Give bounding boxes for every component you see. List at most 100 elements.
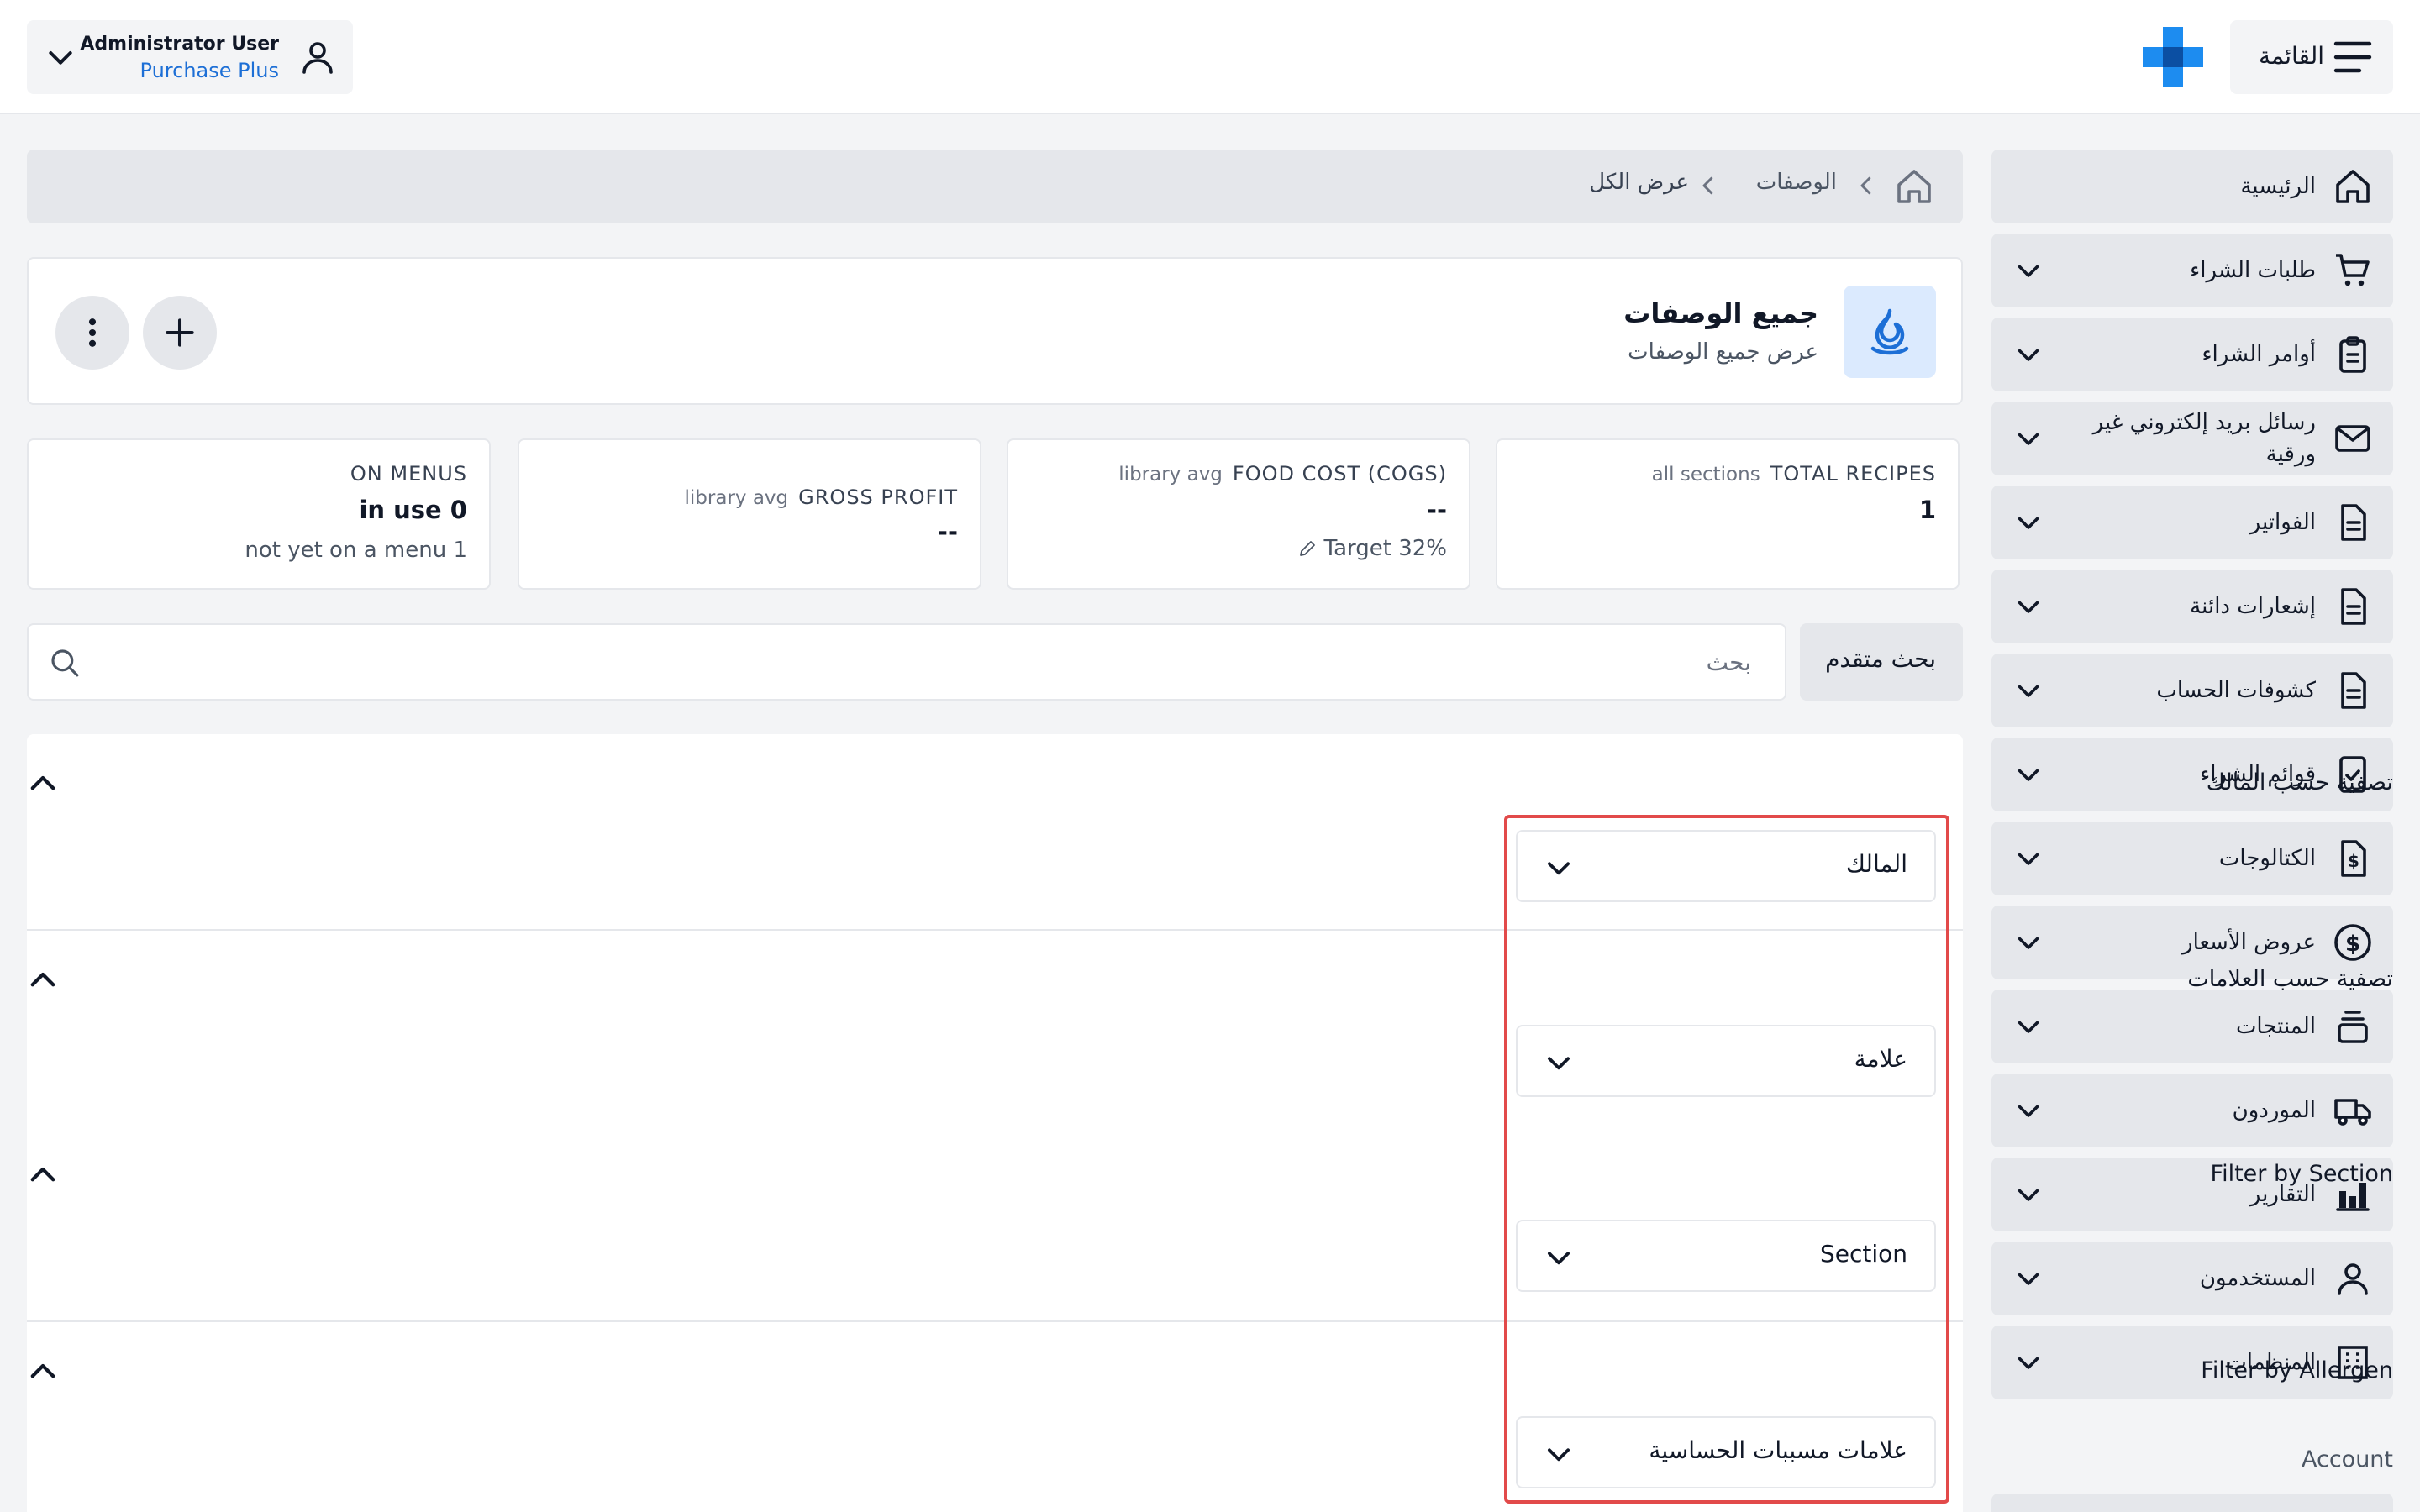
- menu-label: القائمة: [2259, 42, 2324, 70]
- filter-allergen-title: Filter by Allergen: [2201, 1357, 2393, 1383]
- user-icon: [302, 42, 333, 74]
- filter-section-title: Filter by Section: [2210, 1161, 2393, 1187]
- user-menu-button[interactable]: Administrator User Purchase Plus: [27, 20, 353, 94]
- stat-heading: GROSS PROFIT: [798, 486, 958, 509]
- sidebar-item-label: الموردون: [2232, 1098, 2316, 1123]
- box-icon: [2338, 1011, 2368, 1043]
- sidebar-item-products[interactable]: المنتجات: [1991, 990, 2393, 1063]
- brand-logo-icon[interactable]: [2141, 25, 2205, 89]
- breadcrumb-current: عرض الكل: [1589, 170, 1689, 195]
- chevron-down-icon: [2018, 349, 2039, 361]
- chevron-left-icon: [1860, 176, 1871, 195]
- chevron-up-icon[interactable]: [25, 1354, 60, 1389]
- stat-on-menus: ON MENUS in use 0 not yet on a menu 1: [27, 438, 491, 590]
- stat-target[interactable]: Target 32%: [1297, 536, 1448, 561]
- page-header-card: جميع الوصفات عرض جميع الوصفات: [27, 257, 1963, 405]
- clipboard-icon: [2339, 336, 2366, 373]
- stat-sub: library avg: [684, 487, 789, 509]
- sidebar-item-catalogs[interactable]: الكتالوجات $: [1991, 822, 2393, 895]
- chevron-up-icon[interactable]: [25, 766, 60, 801]
- chevron-down-icon: [2018, 853, 2039, 865]
- page-title: جميع الوصفات: [1623, 297, 1818, 329]
- sidebar-item-label: المستخدمون: [2199, 1266, 2316, 1291]
- stat-target-label: Target 32%: [1323, 536, 1448, 561]
- mail-icon: [2335, 425, 2370, 452]
- sidebar-item-requisitions[interactable]: طلبات الشراء: [1991, 234, 2393, 307]
- sidebar-item-label: كشوفات الحساب: [2156, 678, 2316, 703]
- chevron-down-icon: [2018, 1105, 2039, 1117]
- hamburger-icon: [2333, 41, 2372, 73]
- cart-icon: [2336, 254, 2370, 286]
- svg-text:$: $: [2348, 851, 2360, 871]
- filter-highlight-box: [1504, 815, 1949, 1504]
- add-recipe-button[interactable]: [143, 296, 217, 370]
- sidebar-item-suppliers[interactable]: الموردون: [1991, 1074, 2393, 1147]
- stat-value: --: [937, 517, 958, 546]
- home-icon: [2336, 170, 2370, 203]
- sidebar-item-label: إشعارات دائنة: [2190, 594, 2316, 619]
- page-subtitle: عرض جميع الوصفات: [1628, 339, 1818, 365]
- stat-sub: library avg: [1118, 464, 1223, 486]
- catalog-icon: $: [2341, 840, 2366, 877]
- chevron-up-icon[interactable]: [25, 1158, 60, 1193]
- document-icon: [2341, 504, 2366, 541]
- user-icon: [2338, 1263, 2368, 1295]
- search-field: [27, 623, 1786, 701]
- chevron-up-icon[interactable]: [25, 963, 60, 998]
- main-menu-button[interactable]: القائمة: [2230, 20, 2393, 94]
- search-icon: [51, 649, 79, 677]
- chevron-down-icon: [2018, 1021, 2039, 1033]
- sidebar-item-account[interactable]: [1991, 1494, 2393, 1512]
- breadcrumb: الوصفات عرض الكل: [27, 150, 1963, 223]
- sidebar-item-users[interactable]: المستخدمون: [1991, 1242, 2393, 1315]
- sidebar-item-label: رسائل بريد إلكتروني غير ورقية: [2092, 410, 2316, 467]
- sidebar-item-label: أوامر الشراء: [2202, 342, 2316, 367]
- chevron-down-icon: [2018, 685, 2039, 697]
- chevron-down-icon: [2018, 433, 2039, 445]
- chevron-down-icon: [2018, 1273, 2039, 1285]
- filter-owner-title: تصفية حسب المالك: [2206, 769, 2393, 795]
- sidebar-item-label: طلبات الشراء: [2190, 258, 2316, 283]
- flame-icon: [1870, 308, 1909, 355]
- stat-heading: TOTAL RECIPES: [1770, 462, 1936, 486]
- stat-gross-profit: library avg GROSS PROFIT --: [518, 438, 981, 590]
- chevron-left-icon: [1702, 176, 1713, 195]
- document-icon: [2341, 672, 2366, 709]
- chevron-down-icon: [2018, 937, 2039, 949]
- document-icon: [2341, 588, 2366, 625]
- stat-heading: ON MENUS: [350, 462, 467, 486]
- breadcrumb-recipes-link[interactable]: الوصفات: [1756, 170, 1837, 195]
- advanced-search-label: بحث متقدم: [1825, 645, 1936, 673]
- search-input[interactable]: [104, 640, 1751, 684]
- user-organization: Purchase Plus: [139, 59, 279, 82]
- sidebar-item-label: الفواتير: [2249, 510, 2316, 535]
- stat-total-recipes: all sections TOTAL RECIPES 1: [1496, 438, 1960, 590]
- sidebar-item-invoices[interactable]: الفواتير: [1991, 486, 2393, 559]
- svg-text:$: $: [2345, 932, 2360, 957]
- more-options-button[interactable]: [55, 296, 129, 370]
- kebab-menu-icon: [88, 318, 97, 347]
- chevron-down-icon: [2018, 1357, 2039, 1369]
- stat-value: 1: [1918, 496, 1936, 524]
- user-name: Administrator User: [80, 34, 279, 55]
- chevron-down-icon: [2018, 601, 2039, 613]
- stat-footnote: not yet on a menu 1: [245, 538, 467, 563]
- account-section-label: Account: [2301, 1446, 2393, 1473]
- home-icon[interactable]: [1894, 166, 1934, 207]
- top-header: Administrator User Purchase Plus القائمة: [0, 0, 2420, 114]
- sidebar-item-paperless-emails[interactable]: رسائل بريد إلكتروني غير ورقية: [1991, 402, 2393, 475]
- sidebar-item-purchase-orders[interactable]: أوامر الشراء: [1991, 318, 2393, 391]
- stat-sub: all sections: [1651, 464, 1760, 486]
- sidebar-item-label: الرئيسية: [2240, 174, 2316, 199]
- sidebar-item-home[interactable]: الرئيسية: [1991, 150, 2393, 223]
- stat-value: --: [1426, 496, 1447, 524]
- chevron-down-icon: [2018, 517, 2039, 529]
- chevron-down-icon: [49, 51, 72, 65]
- chevron-down-icon: [2018, 769, 2039, 781]
- pencil-icon: [1299, 541, 1315, 556]
- advanced-search-button[interactable]: بحث متقدم: [1800, 623, 1963, 701]
- sidebar-item-credit-notes[interactable]: إشعارات دائنة: [1991, 570, 2393, 643]
- truck-icon: [2334, 1099, 2371, 1126]
- sidebar-item-statements[interactable]: كشوفات الحساب: [1991, 654, 2393, 727]
- chevron-down-icon: [2018, 1189, 2039, 1201]
